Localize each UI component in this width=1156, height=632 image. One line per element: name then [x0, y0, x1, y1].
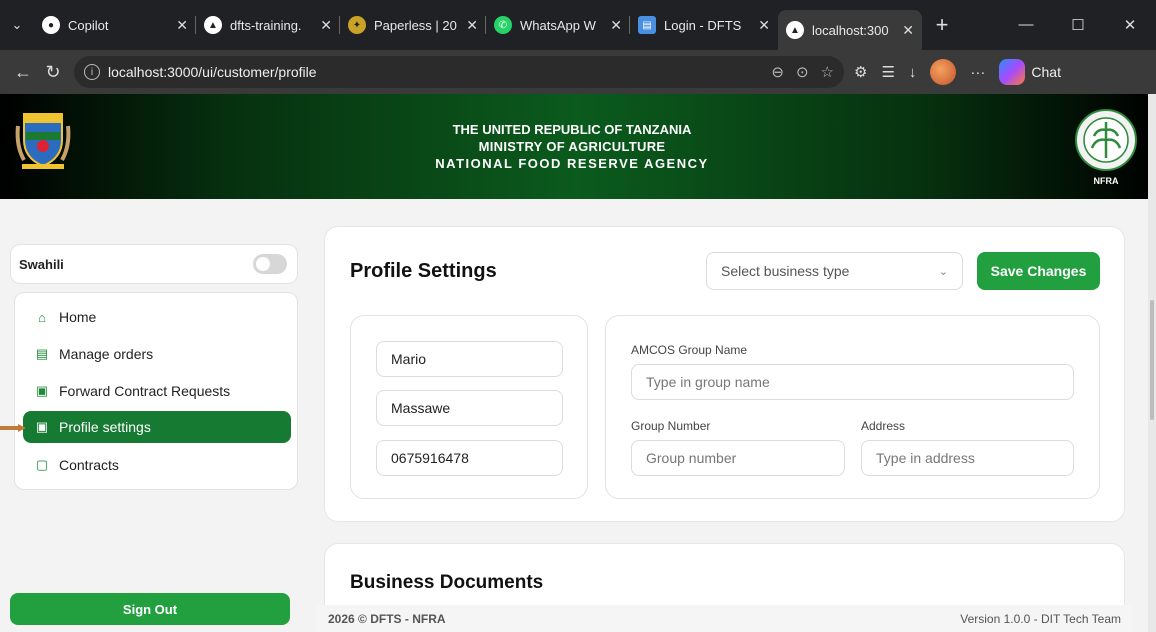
copilot-logo-icon: [999, 59, 1026, 85]
favorite-star-icon[interactable]: ☆: [821, 63, 834, 81]
nfra-logo: NFRA: [1075, 109, 1137, 186]
footer-copyright: 2026 © DFTS - NFRA: [328, 611, 446, 626]
close-tab-icon[interactable]: ✕: [902, 22, 914, 39]
site-info-icon[interactable]: i: [84, 64, 100, 80]
profile-settings-card: Profile Settings Select business type ⌄ …: [324, 226, 1125, 522]
vercel-triangle-icon: ▲: [204, 16, 222, 34]
business-type-select[interactable]: Select business type ⌄: [706, 252, 963, 290]
page-footer: 2026 © DFTS - NFRA Version 1.0.0 - DIT T…: [316, 605, 1132, 632]
browser-address-bar: ← ↻ i localhost:3000/ui/customer/profile…: [0, 50, 1156, 94]
save-changes-button[interactable]: Save Changes: [977, 252, 1100, 290]
copilot-label: Chat: [1031, 64, 1061, 80]
sidebar-item-contracts[interactable]: ▢ Contracts: [23, 449, 291, 481]
browser-tab-localhost[interactable]: ▲ localhost:300 ✕: [778, 10, 922, 50]
profile-avatar[interactable]: [930, 59, 957, 85]
favorites-list-icon[interactable]: ☰: [881, 63, 894, 81]
scrollbar-thumb[interactable]: [1150, 300, 1154, 420]
header-line-republic: THE UNITED REPUBLIC OF TANZANIA: [452, 122, 692, 137]
tab-title: Login - DFTS: [664, 17, 742, 33]
sidebar-item-home[interactable]: ⌂ Home: [23, 301, 291, 333]
refresh-icon[interactable]: ↻: [38, 62, 68, 83]
last-name-field[interactable]: Massawe: [376, 390, 563, 426]
tab-title: Paperless | 20: [374, 17, 457, 33]
close-tab-icon[interactable]: ✕: [610, 17, 622, 34]
tab-title: dfts-training.: [230, 17, 302, 33]
footer-version: Version 1.0.0 - DIT Tech Team: [960, 611, 1121, 626]
language-label: Swahili: [19, 256, 64, 272]
phone-field[interactable]: 0675916478: [376, 440, 563, 476]
paperless-icon: ✦: [348, 16, 366, 34]
whatsapp-icon: ✆: [494, 16, 512, 34]
sidebar-item-label: Home: [59, 309, 97, 325]
back-arrow-icon[interactable]: ←: [8, 62, 38, 83]
sidebar-item-label: Profile settings: [59, 419, 151, 435]
sidebar-item-label: Manage orders: [59, 346, 154, 362]
url-text: localhost:3000/ui/customer/profile: [108, 64, 317, 80]
orders-icon: ▤: [35, 346, 49, 361]
address-input[interactable]: Type in address: [861, 440, 1074, 476]
sidebar-item-label: Forward Contract Requests: [59, 383, 231, 399]
close-tab-icon[interactable]: ✕: [176, 17, 188, 34]
personal-details-panel: Mario Massawe 0675916478: [350, 315, 588, 499]
address-label: Address: [861, 419, 906, 433]
browser-tab-login-dfts[interactable]: ▤ Login - DFTS ✕: [630, 7, 778, 43]
header-line-agency: NATIONAL FOOD RESERVE AGENCY: [435, 156, 709, 171]
sign-out-button[interactable]: Sign Out: [10, 593, 290, 625]
close-tab-icon[interactable]: ✕: [320, 17, 332, 34]
tab-title: WhatsApp W: [520, 17, 596, 33]
sidebar-item-profile-settings[interactable]: ▣ Profile settings: [23, 411, 291, 443]
chevron-down-icon: ⌄: [938, 265, 948, 278]
copilot-chat-button[interactable]: Chat: [999, 59, 1061, 85]
downloads-icon[interactable]: ↓: [909, 64, 917, 81]
browser-tab-copilot[interactable]: ● Copilot ✕: [34, 7, 196, 43]
menu-dots-icon[interactable]: ···: [970, 64, 985, 81]
group-name-input[interactable]: Type in group name: [631, 364, 1074, 400]
sidebar-item-forward-contract-requests[interactable]: ▣ Forward Contract Requests: [23, 375, 291, 407]
nfra-logo-text: NFRA: [1094, 176, 1119, 186]
briefcase-icon: ▢: [35, 457, 49, 472]
group-number-label: Group Number: [631, 419, 711, 433]
extensions-icon[interactable]: ⚙: [854, 63, 867, 81]
group-name-label: AMCOS Group Name: [631, 343, 748, 357]
header-line-ministry: MINISTRY OF AGRICULTURE: [478, 139, 666, 154]
close-tab-icon[interactable]: ✕: [758, 17, 770, 34]
tab-title: Copilot: [68, 17, 109, 33]
tab-actions-chevron-icon[interactable]: ⌄: [0, 0, 34, 50]
doc-icon: ▤: [638, 16, 656, 34]
github-copilot-icon: ●: [42, 16, 60, 34]
browser-tab-bar: ⌄ ● Copilot ✕ ▲ dfts-training. ✕ ✦ Paper…: [0, 0, 1156, 50]
language-switcher: Swahili: [10, 244, 298, 284]
zoom-out-icon[interactable]: ⊖: [771, 63, 784, 81]
tab-title: localhost:300: [812, 22, 889, 38]
sidebar-item-label: Contracts: [59, 457, 119, 473]
site-header-banner: THE UNITED REPUBLIC OF TANZANIA MINISTRY…: [0, 94, 1156, 199]
url-field[interactable]: i localhost:3000/ui/customer/profile ⊖ ⊙…: [74, 56, 844, 88]
page-title: Profile Settings: [350, 260, 497, 282]
business-documents-title: Business Documents: [350, 572, 544, 593]
business-type-placeholder: Select business type: [721, 263, 850, 279]
more-options-icon[interactable]: ⊙: [796, 63, 809, 81]
pointer-arrow-icon: [0, 424, 26, 432]
clipboard-icon: ▣: [35, 383, 49, 398]
home-icon: ⌂: [38, 309, 46, 325]
window-controls: — ☐ ✕: [1000, 16, 1156, 34]
browser-tab-whatsapp[interactable]: ✆ WhatsApp W ✕: [486, 7, 630, 43]
browser-tab-paperless[interactable]: ✦ Paperless | 20 ✕: [340, 7, 486, 43]
coat-of-arms-logo: [15, 113, 71, 169]
sidebar-item-manage-orders[interactable]: ▤ Manage orders: [23, 338, 291, 370]
close-tab-icon[interactable]: ✕: [466, 17, 478, 34]
group-details-panel: AMCOS Group Name Type in group name Grou…: [605, 315, 1100, 499]
first-name-field[interactable]: Mario: [376, 341, 563, 377]
vercel-triangle-icon: ▲: [786, 21, 804, 39]
profile-icon: ▣: [35, 419, 49, 434]
close-window-icon[interactable]: ✕: [1104, 16, 1156, 34]
minimize-icon[interactable]: —: [1000, 16, 1052, 34]
language-toggle[interactable]: [253, 254, 287, 274]
group-number-input[interactable]: Group number: [631, 440, 845, 476]
maximize-icon[interactable]: ☐: [1052, 16, 1104, 34]
sidebar-menu: ⌂ Home ▤ Manage orders ▣ Forward Contrac…: [14, 292, 298, 490]
browser-tab-dfts-training[interactable]: ▲ dfts-training. ✕: [196, 7, 340, 43]
new-tab-icon[interactable]: +: [922, 12, 962, 38]
